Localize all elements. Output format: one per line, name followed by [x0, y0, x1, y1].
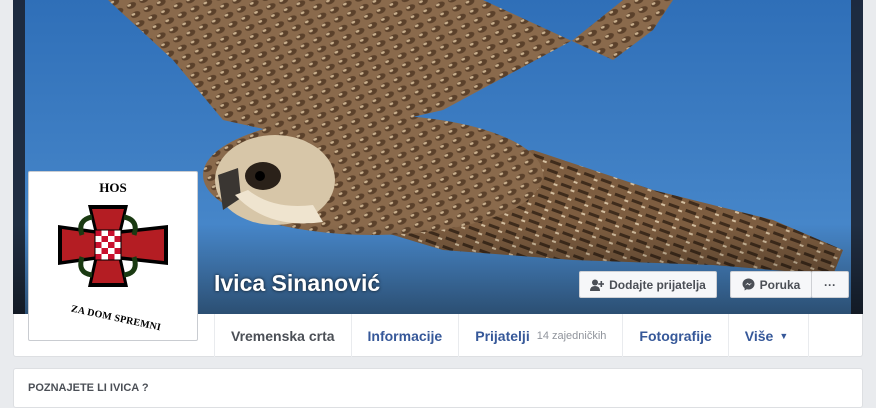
profile-name[interactable]: Ivica Sinanović	[214, 270, 380, 297]
profile-nav: Vremenska crta Informacije Prijatelji 14…	[214, 314, 810, 357]
mutual-friends-count: 14 zajedničkih	[536, 329, 607, 342]
tab-timeline[interactable]: Vremenska crta	[215, 314, 352, 357]
tab-about-label: Informacije	[367, 327, 443, 344]
add-friend-button[interactable]: Dodajte prijatelja	[579, 271, 717, 298]
message-button[interactable]: Poruka	[730, 271, 812, 298]
message-label: Poruka	[759, 277, 801, 292]
tab-about[interactable]: Informacije	[352, 314, 460, 357]
add-friend-label: Dodajte prijatelja	[609, 277, 706, 292]
tab-timeline-label: Vremenska crta	[231, 327, 335, 344]
tab-more[interactable]: Više ▼	[729, 314, 810, 357]
tab-friends-label: Prijatelji	[475, 327, 530, 344]
more-options-button[interactable]: ···	[811, 271, 849, 298]
hos-logo-text: HOS	[99, 180, 127, 195]
tab-friends[interactable]: Prijatelji 14 zajedničkih	[459, 314, 624, 357]
add-friend-icon	[590, 279, 605, 291]
messenger-icon	[742, 278, 755, 291]
tab-more-label: Više	[744, 327, 774, 344]
profile-picture[interactable]: HOS ZA DOM SPREMNI	[28, 171, 198, 341]
caret-down-icon: ▼	[779, 330, 789, 341]
tab-photos-label: Fotografije	[639, 327, 712, 344]
know-person-card: POZNAJETE LI IVICA ?	[13, 368, 863, 408]
tab-photos[interactable]: Fotografije	[623, 314, 729, 357]
know-person-title: POZNAJETE LI IVICA ?	[28, 382, 149, 394]
more-dots-icon: ···	[824, 277, 836, 292]
